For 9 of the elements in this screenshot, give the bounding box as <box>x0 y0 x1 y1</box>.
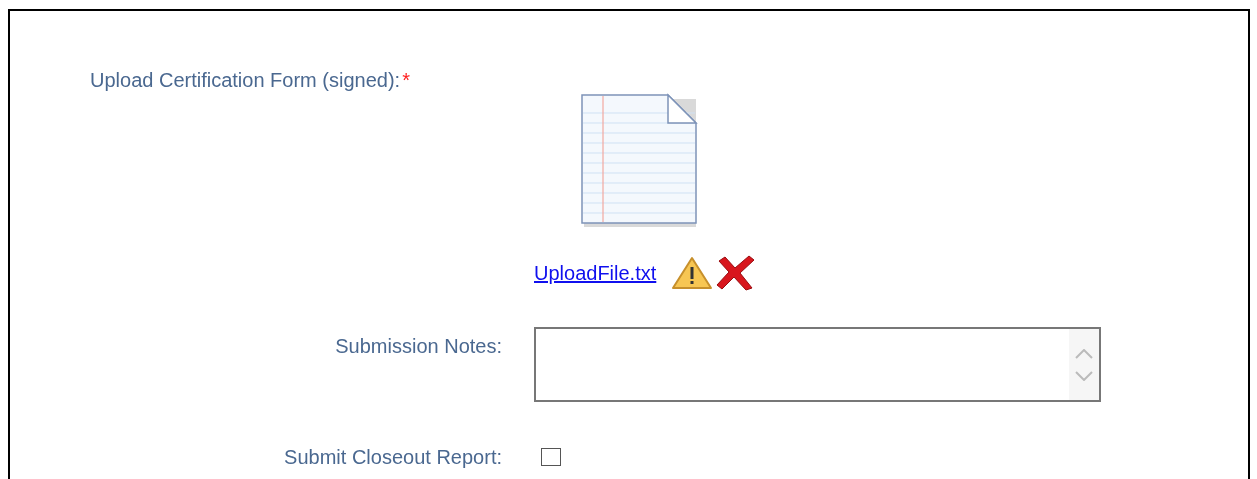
checkbox[interactable] <box>541 448 561 466</box>
delete-icon[interactable] <box>715 255 756 291</box>
field-label: Submit Closeout Report: <box>284 446 502 468</box>
field-label: Upload Certification Form (signed): <box>90 68 401 93</box>
text-document-icon <box>580 93 700 229</box>
field-label: Submission Notes: <box>335 335 502 357</box>
file-link[interactable]: UploadFile.txt <box>534 258 657 288</box>
required-asterisk: * <box>402 68 410 93</box>
warning-icon[interactable] <box>671 256 714 290</box>
